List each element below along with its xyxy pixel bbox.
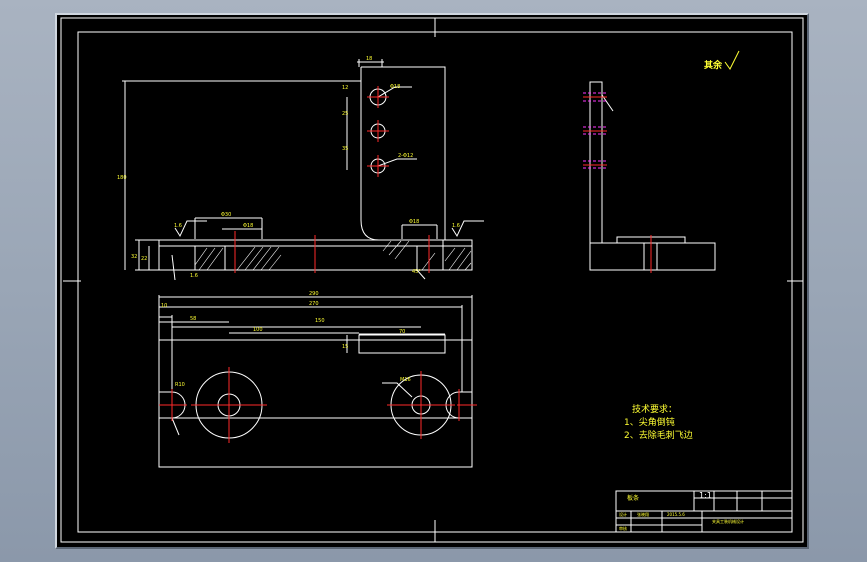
sheet-outer-border: [60, 17, 804, 543]
dim-base-h2: 22: [141, 256, 147, 262]
side-view: [589, 81, 716, 271]
dim-150: 150: [315, 318, 325, 324]
tech-requirement-1: 1、尖角倒钝: [624, 416, 675, 428]
title-date: 2015.5.6: [667, 512, 685, 517]
sheet-inner-border: [77, 31, 793, 533]
dim-left-v2: 25: [342, 111, 348, 117]
dim-left-v3: 35: [342, 146, 348, 152]
rough-left: 1.6: [174, 223, 182, 229]
rough-right: 1.6: [452, 223, 460, 229]
tech-requirement-2: 2、去除毛刺飞边: [624, 429, 693, 441]
roughness-symbol-general: [724, 50, 740, 70]
dim-overall: 290: [309, 291, 319, 297]
dim-height: 180: [117, 175, 127, 181]
dim-hole1: Φ18: [390, 84, 400, 90]
roughness-note: 其余: [704, 59, 723, 71]
dim-cbore-left-b: Φ18: [243, 223, 253, 229]
title-scale: 1:1: [699, 491, 712, 500]
side-centerlines: [583, 96, 607, 166]
dim-base-h1: 32: [131, 254, 137, 260]
title-school: 夹具工装机械设计: [712, 518, 744, 524]
title-checked: 审核: [619, 525, 627, 531]
centerlines: [159, 86, 652, 443]
dim-top: 18: [366, 56, 372, 62]
title-drawn: 设计: [619, 511, 627, 517]
dim-r-left: R10: [175, 382, 185, 388]
top-view-outline: [158, 339, 473, 468]
title-part-name: 板条: [627, 494, 639, 502]
dim-70: 70: [399, 329, 405, 335]
dim-58: 58: [190, 316, 196, 322]
dim-holes: 2-Φ12: [398, 153, 413, 159]
dim-270: 270: [309, 301, 319, 307]
dim-angle: 45°: [412, 269, 421, 275]
tech-requirements-title: 技术要求：: [632, 403, 677, 415]
dim-m16: M16: [400, 377, 411, 383]
drawing-sheet: 其余 技术要求： 1、尖角倒钝 2、去除毛刺飞边 18 Φ18 2-Φ12 12…: [60, 17, 804, 543]
dim-cbore-left-a: Φ30: [221, 212, 231, 218]
title-student: 张晓翔: [637, 511, 649, 517]
dim-cbore-right: Φ18: [409, 219, 419, 225]
dim-100: 100: [253, 327, 263, 333]
dim-left-v1: 12: [342, 85, 348, 91]
cad-viewport[interactable]: 其余 技术要求： 1、尖角倒钝 2、去除毛刺飞边 18 Φ18 2-Φ12 12…: [55, 13, 809, 549]
rough-bottom: 1.6: [190, 273, 198, 279]
front-view: [122, 59, 484, 281]
dim-10: 10: [161, 303, 167, 309]
dim-slot: 15: [342, 344, 348, 350]
